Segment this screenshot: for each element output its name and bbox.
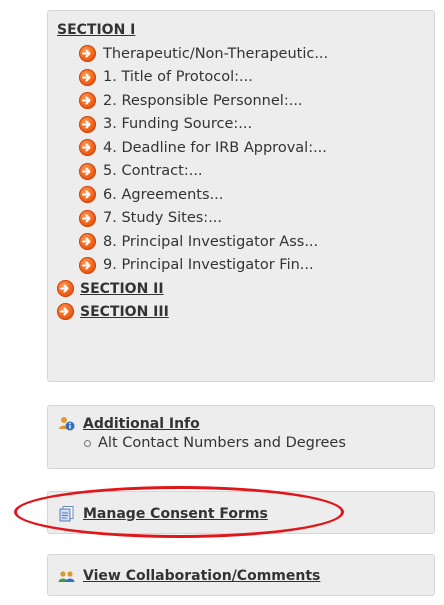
section-iii-row[interactable]: SECTION III	[57, 300, 434, 323]
orange-arrow-icon	[57, 280, 74, 297]
section-ii-link[interactable]: SECTION II	[80, 280, 164, 298]
section-i-item-label: 8. Principal Investigator Ass...	[103, 233, 319, 250]
section-i-item-responsible-personnel[interactable]: 2. Responsible Personnel:...	[79, 89, 434, 113]
bullet-icon	[84, 439, 91, 447]
orange-arrow-icon	[79, 45, 96, 63]
collaboration-panel: View Collaboration/Comments	[47, 554, 435, 596]
orange-arrow-icon	[79, 139, 96, 157]
section-i-item-title-of-protocol[interactable]: 1. Title of Protocol:...	[79, 66, 434, 90]
section-i-item-label: Therapeutic/Non-Therapeutic...	[103, 45, 329, 62]
forms-icon	[58, 505, 75, 522]
additional-info-link[interactable]: Additional Info	[83, 416, 200, 432]
section-i-item-funding-source[interactable]: 3. Funding Source:...	[79, 113, 434, 137]
section-i-item-label: 2. Responsible Personnel:...	[103, 92, 303, 109]
orange-arrow-icon	[79, 186, 96, 204]
section-i-item-label: 9. Principal Investigator Fin...	[103, 257, 314, 274]
orange-arrow-icon	[79, 162, 96, 180]
alt-contact-label: Alt Contact Numbers and Degrees	[98, 435, 346, 451]
section-i-item-deadline-irb[interactable]: 4. Deadline for IRB Approval:...	[79, 136, 434, 160]
section-i-item-pi-assurance[interactable]: 8. Principal Investigator Ass...	[79, 230, 434, 254]
section-i-item-label: 6. Agreements...	[103, 186, 224, 203]
sections-panel: SECTION I Therapeutic/Non-Therapeutic...…	[47, 10, 435, 382]
section-i-item-label: 4. Deadline for IRB Approval:...	[103, 139, 327, 156]
orange-arrow-icon	[79, 233, 96, 251]
section-i-items: Therapeutic/Non-Therapeutic... 1. Title …	[57, 42, 434, 277]
section-i-item-contract[interactable]: 5. Contract:...	[79, 160, 434, 184]
section-i-item-therapeutic[interactable]: Therapeutic/Non-Therapeutic...	[79, 42, 434, 66]
manage-consent-forms-link[interactable]: Manage Consent Forms	[83, 506, 268, 522]
section-i-item-label: 5. Contract:...	[103, 163, 203, 180]
view-collaboration-link[interactable]: View Collaboration/Comments	[83, 568, 320, 584]
section-iii-link[interactable]: SECTION III	[80, 303, 169, 321]
section-i-item-label: 7. Study Sites:...	[103, 210, 223, 227]
additional-info-panel: Additional Info Alt Contact Numbers and …	[47, 405, 435, 469]
people-info-icon	[58, 415, 75, 432]
section-i-item-pi-financial[interactable]: 9. Principal Investigator Fin...	[79, 254, 434, 278]
manage-consent-panel: Manage Consent Forms	[47, 491, 435, 534]
section-i-item-label: 1. Title of Protocol:...	[103, 69, 253, 86]
collaboration-row[interactable]: View Collaboration/Comments	[58, 555, 434, 597]
orange-arrow-icon	[79, 256, 96, 274]
manage-consent-row[interactable]: Manage Consent Forms	[58, 492, 434, 535]
collaboration-icon	[58, 568, 75, 585]
orange-arrow-icon	[79, 115, 96, 133]
orange-arrow-icon	[79, 209, 96, 227]
section-i-item-agreements[interactable]: 6. Agreements...	[79, 183, 434, 207]
orange-arrow-icon	[57, 303, 74, 320]
section-i-item-study-sites[interactable]: 7. Study Sites:...	[79, 207, 434, 231]
orange-arrow-icon	[79, 68, 96, 86]
section-i-link[interactable]: SECTION I	[57, 21, 434, 39]
additional-info-row[interactable]: Additional Info	[58, 415, 434, 432]
section-ii-row[interactable]: SECTION II	[57, 277, 434, 300]
section-i-item-label: 3. Funding Source:...	[103, 116, 253, 133]
orange-arrow-icon	[79, 92, 96, 110]
additional-info-sub-item[interactable]: Alt Contact Numbers and Degrees	[84, 435, 434, 451]
